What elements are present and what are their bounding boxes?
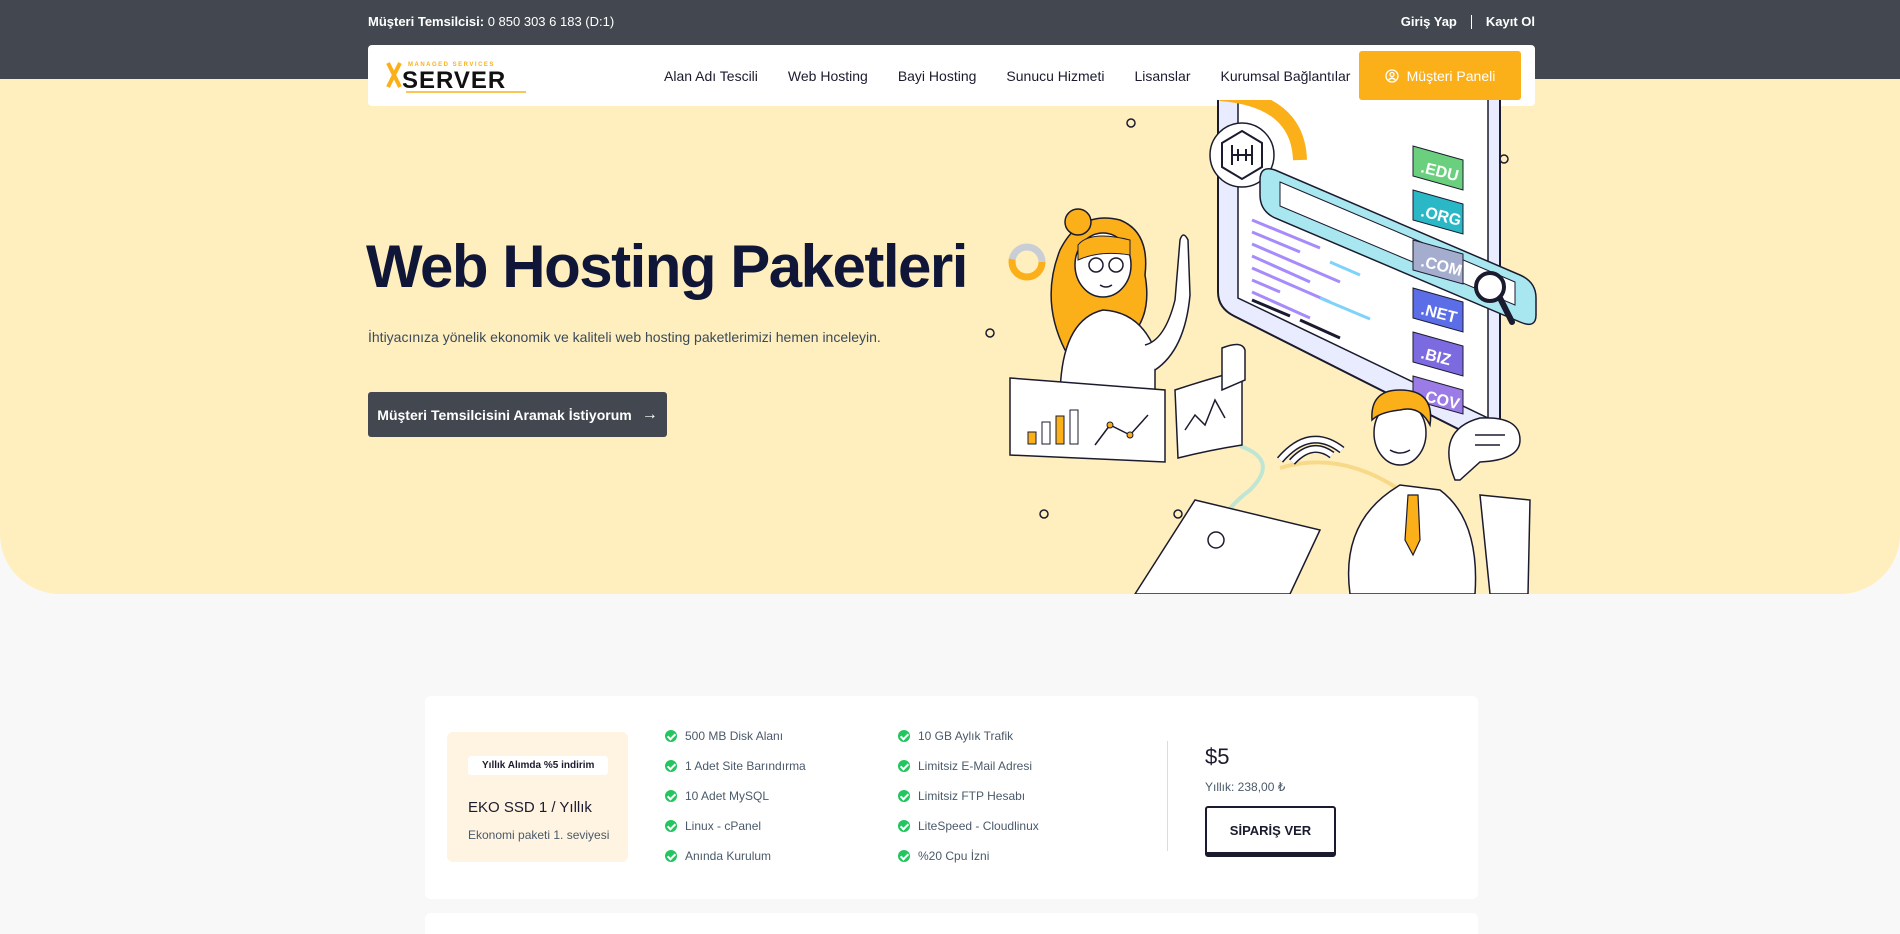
- package-description: Ekonomi paketi 1. seviyesi: [468, 828, 610, 842]
- feature-label: 1 Adet Site Barındırma: [685, 759, 806, 773]
- feature-label: %20 Cpu İzni: [918, 849, 990, 863]
- check-icon: [665, 790, 677, 802]
- phone-info: Müşteri Temsilcisi: 0 850 303 6 183 (D:1…: [368, 14, 614, 29]
- feature-item: Limitsiz FTP Hesabı: [898, 788, 1039, 804]
- feature-label: 10 GB Aylık Trafik: [918, 729, 1014, 743]
- feature-item: %20 Cpu İzni: [898, 848, 1039, 864]
- logo-main-text: SERVER: [402, 67, 506, 94]
- feature-label: Linux - cPanel: [685, 819, 762, 833]
- feature-item: Linux - cPanel: [665, 818, 806, 834]
- register-link[interactable]: Kayıt Ol: [1486, 14, 1535, 29]
- check-icon: [898, 790, 910, 802]
- feature-item: 1 Adet Site Barındırma: [665, 758, 806, 774]
- customer-panel-label: Müşteri Paneli: [1406, 67, 1496, 84]
- page-subtitle: İhtiyacınıza yönelik ekonomik ve kalitel…: [368, 329, 881, 345]
- features-list-left: 500 MB Disk Alanı 1 Adet Site Barındırma…: [665, 728, 806, 864]
- price-divider: [1167, 741, 1168, 851]
- nav-item-web-hosting[interactable]: Web Hosting: [788, 68, 868, 84]
- package-name: EKO SSD 1 / Yıllık: [468, 799, 592, 816]
- feature-label: Anında Kurulum: [685, 849, 772, 863]
- nav-item-domain[interactable]: Alan Adı Tescili: [664, 68, 758, 84]
- package-card: Yıllık Alımda %5 indirim EKO SSD 1 / Yıl…: [425, 696, 1478, 899]
- feature-label: Limitsiz E-Mail Adresi: [918, 759, 1033, 773]
- call-representative-button[interactable]: Müşteri Temsilcisini Aramak İstiyorum →: [368, 392, 667, 437]
- check-icon: [665, 730, 677, 742]
- user-icon: [1384, 68, 1399, 83]
- package-info-box: Yıllık Alımda %5 indirim EKO SSD 1 / Yıl…: [447, 732, 628, 862]
- package-price: $5: [1205, 744, 1230, 769]
- check-icon: [898, 730, 910, 742]
- hero-illustration: .EDU .ORG .COM .NET .BIZ .COV: [985, 100, 1537, 594]
- discount-badge: Yıllık Alımda %5 indirim: [468, 756, 609, 775]
- feature-label: 10 Adet MySQL: [685, 789, 770, 803]
- check-icon: [898, 850, 910, 862]
- yearly-price: Yıllık: 238,00 ₺: [1205, 780, 1286, 794]
- nav-item-corporate[interactable]: Kurumsal Bağlantılar: [1220, 68, 1350, 84]
- nav-item-server[interactable]: Sunucu Hizmeti: [1006, 68, 1104, 84]
- feature-item: 500 MB Disk Alanı: [665, 728, 806, 744]
- nav-item-licenses[interactable]: Lisanslar: [1134, 68, 1190, 84]
- features-list-right: 10 GB Aylık Trafik Limitsiz E-Mail Adres…: [898, 728, 1039, 864]
- main-navbar: MANAGED SERVICES SERVER Alan Adı Tescili…: [368, 45, 1535, 106]
- auth-divider: [1470, 14, 1472, 29]
- check-icon: [898, 760, 910, 772]
- feature-item: 10 GB Aylık Trafik: [898, 728, 1039, 744]
- xserver-logo[interactable]: MANAGED SERVICES SERVER: [386, 57, 531, 95]
- hero-background: [0, 79, 1900, 594]
- cta-label: Müşteri Temsilcisini Aramak İstiyorum: [377, 406, 632, 423]
- check-icon: [898, 820, 910, 832]
- customer-panel-button[interactable]: Müşteri Paneli: [1359, 51, 1521, 100]
- package-card-next: [425, 913, 1478, 934]
- feature-label: LiteSpeed - Cloudlinux: [918, 819, 1039, 833]
- login-link[interactable]: Giriş Yap: [1401, 14, 1457, 29]
- check-icon: [665, 820, 677, 832]
- page-title: Web Hosting Paketleri: [366, 233, 968, 300]
- nav-item-reseller-hosting[interactable]: Bayi Hosting: [898, 68, 977, 84]
- order-button[interactable]: SİPARİŞ VER: [1205, 806, 1336, 857]
- check-icon: [665, 760, 677, 772]
- feature-label: Limitsiz FTP Hesabı: [918, 789, 1026, 803]
- check-icon: [665, 850, 677, 862]
- feature-item: 10 Adet MySQL: [665, 788, 806, 804]
- arrow-right-icon: →: [641, 405, 658, 423]
- feature-item: Anında Kurulum: [665, 848, 806, 864]
- nav-menu: Alan Adı Tescili Web Hosting Bayi Hostin…: [664, 45, 1350, 106]
- phone-label: Müşteri Temsilcisi:: [368, 14, 485, 29]
- feature-item: LiteSpeed - Cloudlinux: [898, 818, 1039, 834]
- feature-label: 500 MB Disk Alanı: [685, 729, 784, 743]
- feature-item: Limitsiz E-Mail Adresi: [898, 758, 1039, 774]
- auth-links: Giriş Yap Kayıt Ol: [1401, 14, 1535, 29]
- phone-number[interactable]: 0 850 303 6 183 (D:1): [488, 14, 614, 29]
